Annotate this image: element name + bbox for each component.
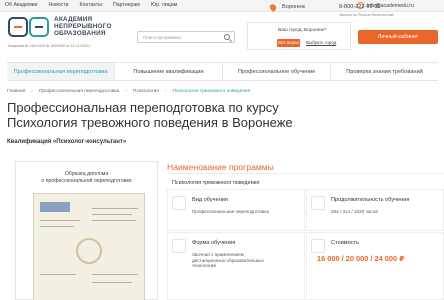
diploma-text-line xyxy=(92,220,136,221)
academy-logo[interactable] xyxy=(8,16,50,38)
duration-value: 264 / 314 / 1020 часов xyxy=(331,209,378,214)
qualification-label: Квалификация «Психолог-консультант» xyxy=(7,139,127,145)
license-text: Лицензия № 1619-024 № 0022945 от 21.12.2… xyxy=(8,44,92,48)
top-nav: Об Академии Новости Контакты Партнерам Ю… xyxy=(5,2,177,8)
document-icon xyxy=(172,196,186,210)
diploma-seal xyxy=(76,238,102,264)
top-nav-news[interactable]: Новости xyxy=(48,2,68,8)
breadcrumb-current: Психология тревожного поведения xyxy=(172,89,251,94)
program-name: Психология тревожного поведения xyxy=(172,180,260,186)
free-call-note: Звонок по России бесплатный xyxy=(339,12,394,17)
breadcrumb: Главная › Профессиональная переподготовк… xyxy=(7,89,250,94)
diploma-text-line xyxy=(92,208,138,209)
breadcrumb-retraining[interactable]: Профессиональная переподготовка xyxy=(39,89,119,94)
study-form-value: Заочная с применением дистанционных обра… xyxy=(192,252,264,269)
city-confirm-button[interactable]: Всё верно xyxy=(277,39,300,47)
menu-item-retraining[interactable]: Профессиональная переподготовка xyxy=(7,63,115,80)
breadcrumb-separator: › xyxy=(125,89,127,94)
city-confirm-popup: Ваш город: Воронеж? Всё верно Выбрать го… xyxy=(247,22,351,50)
clock-icon xyxy=(311,196,325,210)
diploma-header-block xyxy=(40,202,70,212)
cost-label: Стоимость xyxy=(331,240,360,246)
header-phone[interactable]: 8-800-222-90-30 xyxy=(339,4,381,10)
duration-card: Продолжительность обучения 264 / 314 / 1… xyxy=(306,189,444,231)
study-form-label: Форма обучения xyxy=(192,240,236,246)
diploma-image[interactable] xyxy=(33,193,145,300)
page-title: Профессиональная переподготовка по курсу… xyxy=(7,100,293,130)
search-placeholder: Поиск программы xyxy=(143,35,182,40)
menu-item-knowledge-check[interactable]: Проверка знания требований xyxy=(331,63,438,80)
diploma-text-line xyxy=(40,220,80,221)
top-nav-partners[interactable]: Партнерам xyxy=(113,2,140,8)
study-type-label: Вид обучения xyxy=(192,197,228,203)
program-title: Наименование программы xyxy=(167,162,274,172)
diploma-text-line xyxy=(92,274,138,275)
duration-label: Продолжительность обучения xyxy=(331,197,410,203)
city-question: Ваш город: Воронеж? xyxy=(278,28,327,33)
divider xyxy=(167,173,444,174)
breadcrumb-home[interactable]: Главная xyxy=(7,89,25,94)
breadcrumb-psychology[interactable]: Психология xyxy=(133,89,159,94)
study-type-card: Вид обучения Профессиональная переподгот… xyxy=(167,189,305,231)
search-input[interactable]: Поиск программы xyxy=(137,31,235,43)
menu-item-professional-training[interactable]: Профессиональное обучение xyxy=(223,63,331,80)
diploma-text-line xyxy=(40,274,76,275)
top-nav-legal[interactable]: Юр. лицам xyxy=(151,2,177,8)
diploma-text-line xyxy=(40,226,74,227)
personal-cabinet-button[interactable]: Личный кабинет xyxy=(358,30,438,44)
city-name[interactable]: Воронеж xyxy=(282,4,305,10)
study-type-value: Профессиональная переподготовка xyxy=(192,209,269,214)
study-form-card: Форма обучения Заочная с применением дис… xyxy=(167,232,305,300)
diploma-text-line xyxy=(92,282,132,283)
breadcrumb-separator: › xyxy=(31,89,33,94)
top-nav-contacts[interactable]: Контакты xyxy=(80,2,102,8)
breadcrumb-separator: › xyxy=(164,89,167,94)
top-nav-about[interactable]: Об Академии xyxy=(5,2,37,8)
monitor-icon xyxy=(172,239,186,253)
ruble-icon xyxy=(311,239,325,253)
diploma-text-line xyxy=(92,214,132,215)
cost-value: 16 000 / 20 000 / 24 000 ₽ xyxy=(317,254,405,263)
brand-name: АКАДЕМИЯ НЕПРЕРЫВНОГО ОБРАЗОВАНИЯ xyxy=(54,16,112,37)
search-icon[interactable] xyxy=(224,34,230,40)
cost-card: Стоимость 16 000 / 20 000 / 24 000 ₽ xyxy=(306,232,444,300)
diploma-caption: Образец диплома о профессиональной переп… xyxy=(41,171,132,184)
choose-city-link[interactable]: Выбрать город xyxy=(306,40,336,45)
main-menu: Профессиональная переподготовка Повышени… xyxy=(7,62,438,81)
diploma-sample-panel: Образец диплома о профессиональной переп… xyxy=(15,161,158,300)
menu-item-qualification[interactable]: Повышение квалификации xyxy=(115,63,223,80)
